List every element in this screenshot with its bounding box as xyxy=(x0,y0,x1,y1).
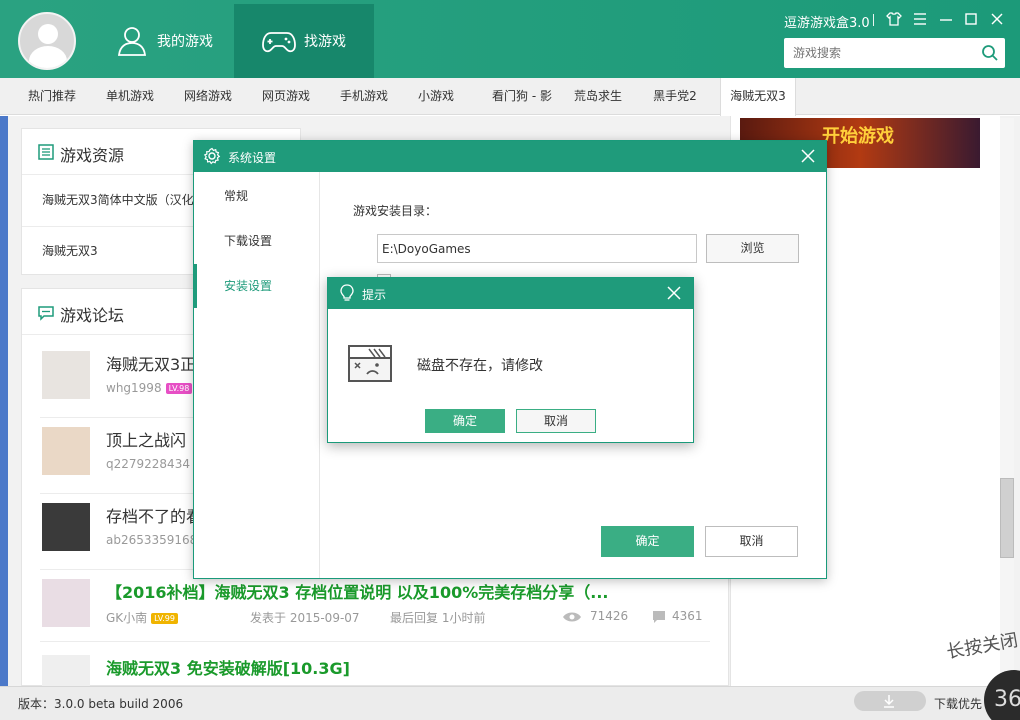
search-box xyxy=(784,38,1005,68)
panel-title: 游戏资源 xyxy=(60,146,125,165)
post-title[interactable]: 海贼无双3正 xyxy=(106,351,196,375)
menu-icon[interactable] xyxy=(911,10,929,28)
download-priority-label[interactable]: 下载优先 xyxy=(934,695,982,712)
settings-dialog-header: 系统设置 xyxy=(194,141,826,172)
alert-dialog-header: 提示 xyxy=(328,278,693,309)
post-last-reply: 最后回复 1小时前 xyxy=(390,611,486,625)
shirt-icon[interactable] xyxy=(885,10,903,28)
post-date: 发表于 2015-09-07 xyxy=(250,611,360,625)
alert-dialog: 提示 磁盘不存在，请修改 确定 取消 xyxy=(327,277,694,443)
post-author: ab2653359168 xyxy=(106,533,197,547)
nav-tab-label: 找游戏 xyxy=(304,34,346,50)
category-tab[interactable]: 单机游戏 xyxy=(92,78,168,115)
maximize-icon[interactable] xyxy=(962,10,980,28)
version-text: 版本：3.0.0 beta build 2006 xyxy=(18,697,184,711)
nav-tab-my-games[interactable]: 我的游戏 xyxy=(94,4,234,78)
author-name[interactable]: ab2653359168 xyxy=(106,533,197,547)
comment-icon xyxy=(653,611,665,623)
post-thumbnail xyxy=(42,351,90,399)
post-thumbnail xyxy=(42,503,90,551)
view-count: 71426 xyxy=(590,609,629,623)
category-tab[interactable]: 手机游戏 xyxy=(326,78,402,115)
alert-message: 磁盘不存在，请修改 xyxy=(417,358,543,374)
app-title: 逗游游戏盒3.0 xyxy=(784,16,870,31)
close-icon[interactable] xyxy=(667,286,681,300)
post-author: q2279228434 xyxy=(106,457,190,471)
search-icon[interactable] xyxy=(981,44,999,62)
nav-tab-label: 我的游戏 xyxy=(157,34,213,50)
post-title[interactable]: 【2016补档】海贼无双3 存档位置说明 以及100%完美存档分享（... xyxy=(106,579,608,603)
post-title[interactable]: 顶上之战闪 xyxy=(106,427,186,451)
title-separator xyxy=(873,14,874,26)
dialog-title: 提示 xyxy=(362,288,387,302)
post-author: GK小南 LV.99 xyxy=(106,609,178,626)
category-tab[interactable]: 黑手党2 xyxy=(637,78,713,115)
gear-icon xyxy=(203,147,221,165)
category-tab[interactable]: 网络游戏 xyxy=(170,78,246,115)
sad-disk-icon xyxy=(348,345,392,382)
post-author: whg1998 LV.98 xyxy=(106,381,193,395)
category-tab[interactable]: 荒岛求生 xyxy=(560,78,636,115)
browse-button[interactable]: 浏览 xyxy=(706,234,799,263)
post-thumbnail xyxy=(42,579,90,627)
eye-icon xyxy=(563,612,581,622)
level-badge: LV.98 xyxy=(165,383,193,394)
settings-tab-general[interactable]: 常规 xyxy=(194,174,320,218)
close-icon[interactable] xyxy=(801,149,815,163)
user-icon xyxy=(117,27,147,56)
list-icon xyxy=(38,144,54,160)
desktop-edge xyxy=(0,116,8,686)
install-dir-label: 游戏安装目录： xyxy=(353,204,438,218)
download-icon xyxy=(884,695,894,708)
close-icon[interactable] xyxy=(988,10,1006,28)
alert-cancel-button[interactable]: 取消 xyxy=(516,409,596,433)
category-tabs: 热门推荐 单机游戏 网络游戏 网页游戏 手机游戏 小游戏 看门狗 - 影 荒岛求… xyxy=(0,78,1020,116)
resource-item[interactable]: 海贼无双3 xyxy=(42,242,98,259)
status-bar: 版本：3.0.0 beta build 2006 下载优先 xyxy=(0,686,1020,720)
search-input[interactable] xyxy=(784,38,974,68)
download-button[interactable] xyxy=(854,691,926,711)
category-tab-active[interactable]: 海贼无双3 xyxy=(720,78,796,116)
forum-post[interactable]: 【2016补档】海贼无双3 存档位置说明 以及100%完美存档分享（... GK… xyxy=(40,569,710,645)
panel-title: 游戏论坛 xyxy=(60,306,125,325)
avatar-head-shape xyxy=(38,24,58,44)
gamepad-icon xyxy=(262,32,296,53)
author-name[interactable]: whg1998 xyxy=(106,381,162,395)
author-name[interactable]: GK小南 xyxy=(106,611,147,625)
dialog-title: 系统设置 xyxy=(228,151,277,165)
settings-tab-install[interactable]: 安装设置 xyxy=(194,264,320,308)
settings-sidebar: 常规 下载设置 安装设置 xyxy=(194,172,320,578)
category-tab[interactable]: 看门狗 - 影 xyxy=(484,78,560,115)
minimize-icon[interactable] xyxy=(937,10,955,28)
category-tab[interactable]: 网页游戏 xyxy=(248,78,324,115)
post-title[interactable]: 存档不了的看 xyxy=(106,503,202,527)
author-name[interactable]: q2279228434 xyxy=(106,457,190,471)
settings-cancel-button[interactable]: 取消 xyxy=(705,526,798,557)
lightbulb-icon xyxy=(340,284,354,301)
post-title[interactable]: 海贼无双3 免安装破解版[10.3G] xyxy=(106,655,350,679)
scrollbar-thumb[interactable] xyxy=(1000,478,1014,558)
app-header: 我的游戏 找游戏 逗游游戏盒3.0 xyxy=(0,0,1020,78)
post-thumbnail xyxy=(42,427,90,475)
banner-text: 开始游戏 xyxy=(822,126,894,147)
reply-count: 4361 xyxy=(672,609,703,623)
settings-tab-download[interactable]: 下载设置 xyxy=(194,219,320,263)
divider xyxy=(40,641,710,642)
settings-ok-button[interactable]: 确定 xyxy=(601,526,694,557)
avatar-body-shape xyxy=(29,46,67,68)
user-avatar[interactable] xyxy=(18,12,76,70)
scrollbar-track[interactable] xyxy=(1000,118,1014,684)
nav-tab-find-games[interactable]: 找游戏 xyxy=(234,4,374,78)
alert-ok-button[interactable]: 确定 xyxy=(425,409,505,433)
level-badge: LV.99 xyxy=(151,613,178,624)
install-dir-input[interactable] xyxy=(377,234,697,263)
category-tab[interactable]: 小游戏 xyxy=(398,78,474,115)
resource-item[interactable]: 海贼无双3简体中文版（汉化 xyxy=(42,191,194,208)
category-tab[interactable]: 热门推荐 xyxy=(14,78,90,115)
chat-icon xyxy=(38,306,54,321)
